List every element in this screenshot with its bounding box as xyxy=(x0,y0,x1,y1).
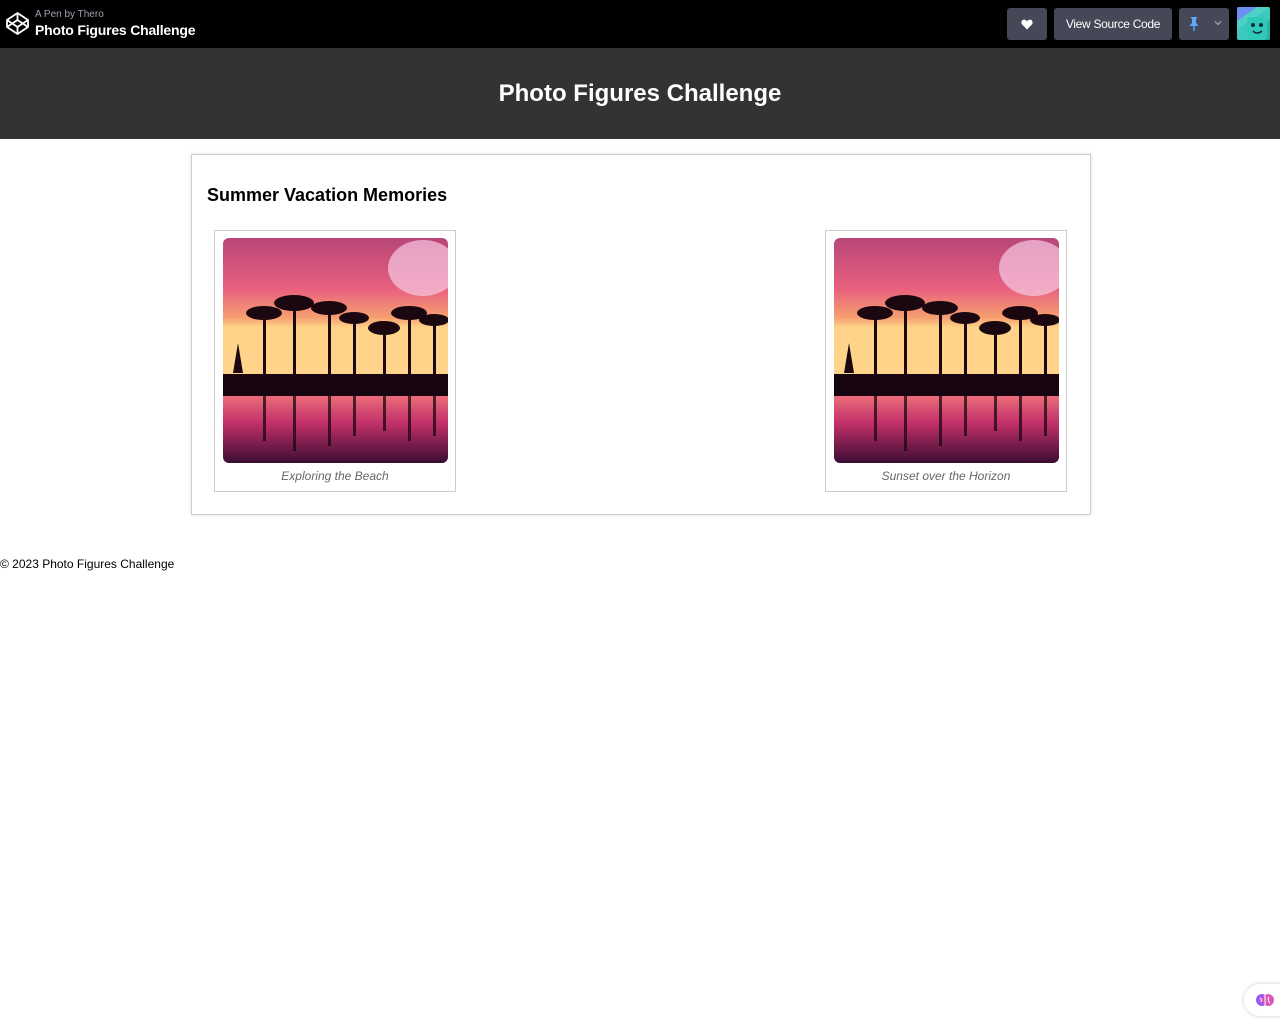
pen-meta: A Pen by Thero Photo Figures Challenge xyxy=(35,9,196,39)
footer-copyright: © 2023 Photo Figures Challenge xyxy=(0,557,175,571)
photo-caption: Exploring the Beach xyxy=(281,469,389,483)
codepen-top-bar: A Pen by Thero Photo Figures Challenge V… xyxy=(0,0,1280,48)
photo-figure: Exploring the Beach xyxy=(214,230,456,492)
pen-byline[interactable]: A Pen by Thero xyxy=(35,9,195,21)
codepen-logo-icon[interactable] xyxy=(5,11,30,36)
pen-title[interactable]: Photo Figures Challenge xyxy=(35,21,196,39)
avatar[interactable] xyxy=(1237,7,1270,40)
photo-image xyxy=(223,238,448,463)
assistant-widget[interactable] xyxy=(1244,984,1280,1016)
page-title: Photo Figures Challenge xyxy=(498,79,782,107)
photo-caption: Sunset over the Horizon xyxy=(881,469,1011,483)
pin-button[interactable] xyxy=(1179,8,1229,40)
page-header: Photo Figures Challenge xyxy=(0,48,1280,139)
chevron-down-icon xyxy=(1214,21,1222,26)
heart-icon xyxy=(1021,19,1033,29)
gallery-card: Summer Vacation Memories Exploring the B… xyxy=(191,154,1091,515)
photo-figure: Sunset over the Horizon xyxy=(825,230,1067,492)
gallery-heading: Summer Vacation Memories xyxy=(207,185,448,205)
like-button[interactable] xyxy=(1007,8,1047,40)
photo-image xyxy=(834,238,1059,463)
pin-icon xyxy=(1189,17,1199,31)
view-source-button[interactable]: View Source Code xyxy=(1054,8,1172,40)
brain-icon xyxy=(1256,994,1274,1006)
